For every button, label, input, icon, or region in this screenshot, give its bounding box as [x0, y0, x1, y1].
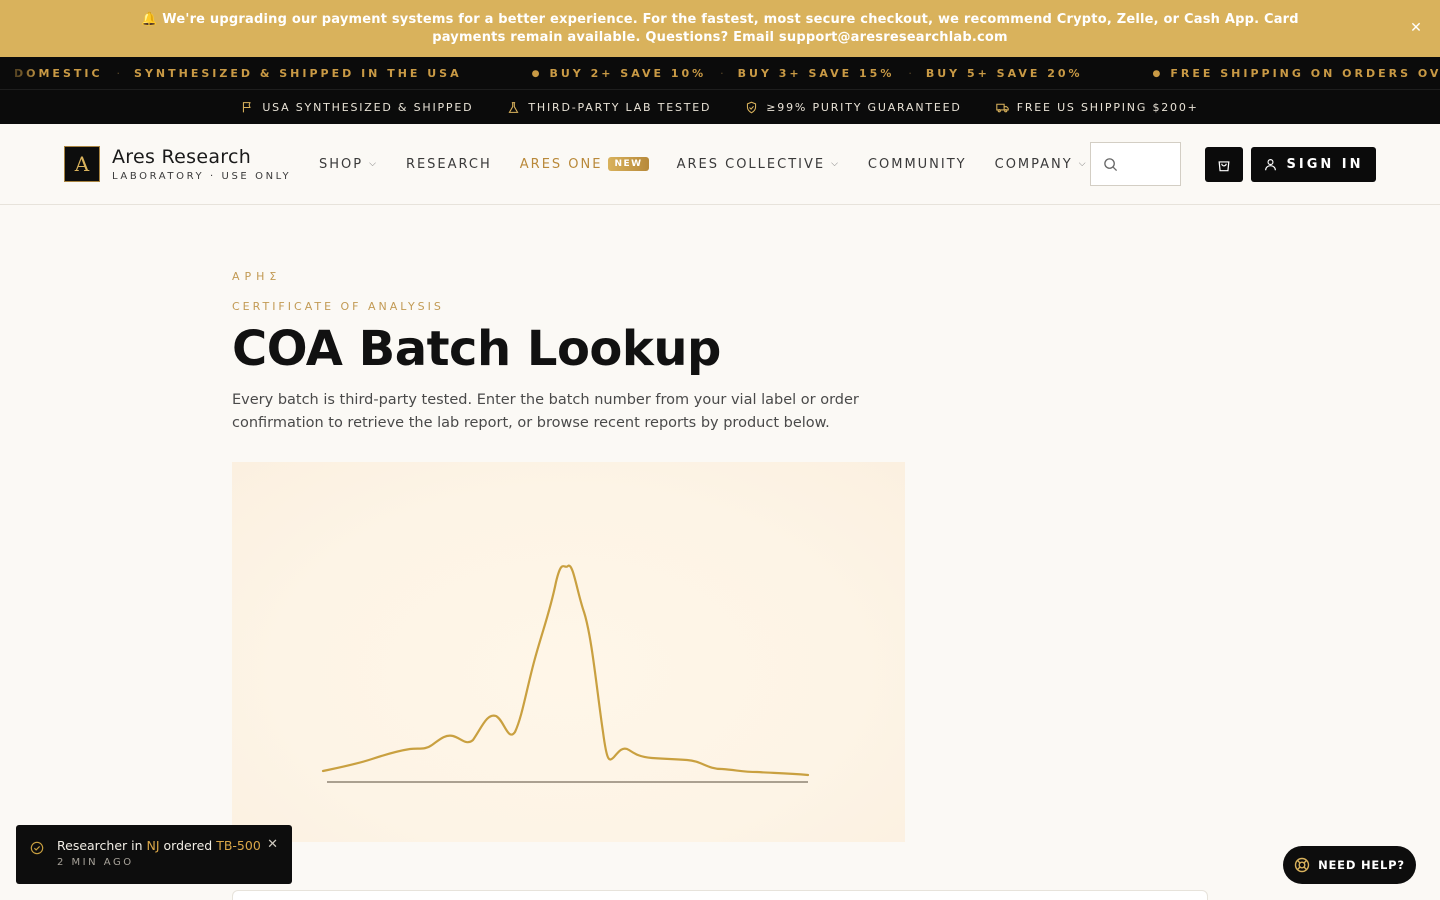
nav-research[interactable]: RESEARCH — [406, 157, 492, 172]
nav-label: COMPANY — [994, 156, 1073, 172]
trust-label: FREE US SHIPPING $200+ — [1016, 100, 1199, 114]
chromatogram-illustration — [232, 462, 905, 842]
toast-product[interactable]: TB-500 — [216, 838, 261, 853]
close-icon[interactable]: ✕ — [267, 837, 278, 852]
bullet-icon: ● — [1152, 68, 1161, 79]
hero-section: ΑΡΗΣ CERTIFICATE OF ANALYSIS COA Batch L… — [232, 270, 932, 435]
sign-in-button[interactable]: SIGN IN — [1251, 147, 1376, 182]
nav-company[interactable]: COMPANY ⌵ — [995, 157, 1088, 172]
marquee-item: BUY 3+ SAVE 15% — [737, 67, 895, 80]
main-nav: SHOP ⌵ RESEARCH ARES ONE NEW ARES COLLEC… — [319, 124, 1116, 204]
lifebuoy-icon — [1294, 857, 1310, 873]
nav-label: ARES ONE — [519, 156, 603, 172]
truck-icon — [995, 103, 1009, 112]
page-title: COA Batch Lookup — [232, 321, 721, 377]
page-description: Every batch is third-party tested. Enter… — [232, 392, 859, 431]
search-icon — [1104, 157, 1118, 171]
marquee-item: BUY 5+ SAVE 20% — [925, 67, 1083, 80]
new-badge: NEW — [608, 157, 649, 171]
eyebrow-label: CERTIFICATE OF ANALYSIS — [232, 300, 444, 313]
toast-time: 2 MIN AGO — [57, 857, 134, 868]
nav-shop[interactable]: SHOP ⌵ — [319, 157, 378, 172]
toast-message: Researcher in NJ ordered TB-500 — [57, 838, 261, 853]
check-circle-icon — [30, 841, 44, 855]
close-icon[interactable]: ✕ — [1406, 18, 1426, 38]
bullet-icon: ● — [531, 68, 540, 79]
nav-label: ARES COLLECTIVE — [676, 156, 826, 172]
logo-mark: A — [64, 146, 100, 182]
announcement-text: 🔔 We're upgrading our payment systems fo… — [141, 11, 1299, 45]
search-input[interactable] — [1124, 157, 1174, 171]
flag-icon — [243, 101, 251, 112]
announcement-bar: 🔔 We're upgrading our payment systems fo… — [0, 0, 1440, 57]
chromatogram-graphic — [321, 564, 810, 783]
marquee-separator: · — [116, 67, 121, 80]
help-label: NEED HELP? — [1318, 858, 1405, 872]
lookup-card — [232, 890, 1208, 900]
recent-order-toast: Researcher in NJ ordered TB-500 2 MIN AG… — [16, 825, 292, 884]
search-box[interactable] — [1090, 142, 1181, 186]
trust-item-purity: ≥99% PURITY GUARANTEED — [745, 101, 961, 114]
shopping-bag-icon — [1218, 160, 1230, 171]
promo-marquee: DOMESTIC · SYNTHESIZED & SHIPPED IN THE … — [0, 57, 1440, 90]
trust-item-lab: THIRD-PARTY LAB TESTED — [507, 101, 711, 114]
chromatogram-trace — [321, 564, 810, 777]
nav-ares-collective[interactable]: ARES COLLECTIVE ⌵ — [677, 157, 840, 172]
trust-label: THIRD-PARTY LAB TESTED — [528, 100, 712, 114]
sign-in-label: SIGN IN — [1286, 157, 1364, 172]
shield-check-icon — [747, 101, 757, 113]
trust-item-shipping: FREE US SHIPPING $200+ — [995, 100, 1199, 114]
nav-label: RESEARCH — [405, 156, 492, 172]
marquee-item: SYNTHESIZED & SHIPPED IN THE USA — [134, 67, 462, 80]
marquee-item: BUY 2+ SAVE 10% — [549, 67, 707, 80]
nav-community[interactable]: COMMUNITY — [868, 157, 967, 172]
marquee-separator: · — [720, 67, 724, 80]
chevron-down-icon: ⌵ — [831, 159, 840, 169]
marquee-track: DOMESTIC · SYNTHESIZED & SHIPPED IN THE … — [14, 57, 1440, 89]
user-icon — [1264, 159, 1276, 171]
chevron-down-icon: ⌵ — [369, 159, 378, 169]
brand-name: Ares Research — [112, 146, 252, 168]
brand-tagline: LABORATORY · USE ONLY — [112, 171, 292, 182]
cart-button[interactable] — [1205, 147, 1243, 182]
toast-middle: ordered — [159, 838, 217, 853]
nav-ares-one[interactable]: ARES ONE NEW — [520, 157, 649, 172]
trust-label: ≥99% PURITY GUARANTEED — [766, 100, 962, 114]
trust-label: USA SYNTHESIZED & SHIPPED — [262, 100, 474, 114]
greek-wordmark: ΑΡΗΣ — [232, 270, 282, 283]
marquee-item: FREE SHIPPING ON ORDERS OVER $200 — [1170, 67, 1440, 80]
toast-prefix: Researcher in — [57, 838, 147, 853]
toast-state: NJ — [146, 838, 160, 853]
chevron-down-icon: ⌵ — [1078, 159, 1088, 169]
need-help-button[interactable]: NEED HELP? — [1283, 846, 1416, 884]
trust-bar: USA SYNTHESIZED & SHIPPED THIRD-PARTY LA… — [0, 90, 1440, 124]
site-header: A Ares Research LABORATORY · USE ONLY SH… — [0, 124, 1440, 205]
brand-logo[interactable]: A Ares Research LABORATORY · USE ONLY — [64, 146, 291, 182]
marquee-separator: · — [908, 67, 912, 80]
nav-label: COMMUNITY — [867, 156, 967, 172]
nav-label: SHOP — [319, 156, 364, 172]
trust-item-usa: USA SYNTHESIZED & SHIPPED — [241, 101, 473, 114]
flask-icon — [508, 101, 519, 113]
